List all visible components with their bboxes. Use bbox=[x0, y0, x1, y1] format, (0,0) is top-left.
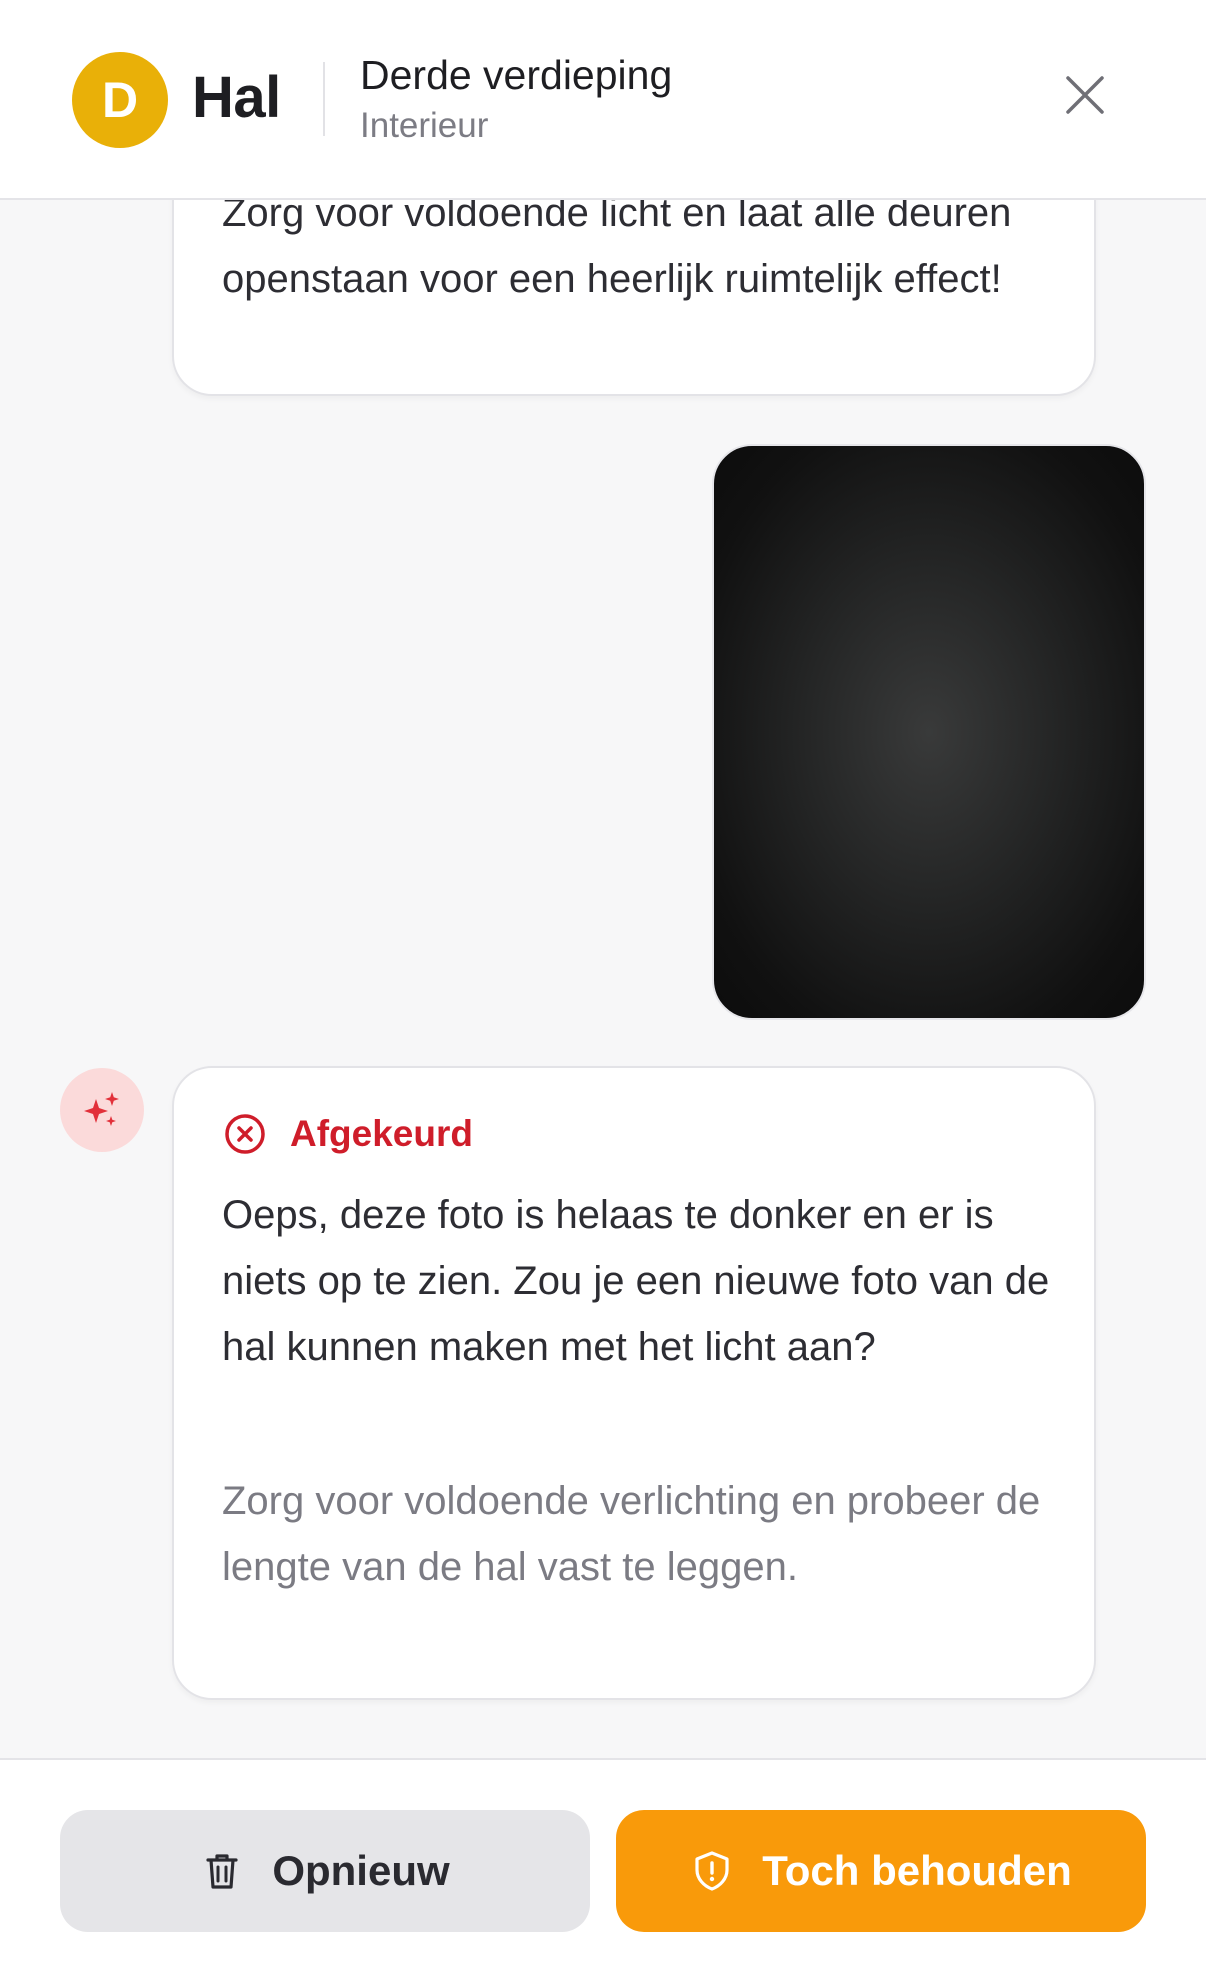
action-bar: Opnieuw Toch behouden bbox=[0, 1758, 1206, 1980]
sparkles-icon bbox=[84, 1092, 119, 1126]
header-divider bbox=[323, 62, 325, 136]
floor-title: Derde verdieping bbox=[360, 52, 673, 98]
trash-icon bbox=[200, 1849, 244, 1893]
previous-ai-message: Zorg voor voldoende licht en laat alle d… bbox=[172, 200, 1096, 396]
chat-header: D Hal Derde verdieping Interieur bbox=[0, 0, 1206, 200]
shield-alert-icon bbox=[690, 1849, 734, 1893]
floor-subtitle: Interieur bbox=[360, 106, 489, 145]
keep-anyway-label: Toch behouden bbox=[762, 1847, 1072, 1894]
floor-avatar: D bbox=[72, 52, 168, 148]
keep-anyway-button[interactable]: Toch behouden bbox=[616, 1810, 1146, 1932]
ai-message-hint: Zorg voor voldoende verlichting en probe… bbox=[222, 1479, 1041, 1589]
close-button[interactable] bbox=[1060, 70, 1110, 120]
retry-label: Opnieuw bbox=[272, 1847, 450, 1894]
ai-feedback-message: Afgekeurd Oeps, deze foto is helaas te d… bbox=[172, 1066, 1096, 1700]
room-title: Hal bbox=[192, 65, 281, 130]
status-row: Afgekeurd bbox=[224, 1106, 473, 1162]
ai-avatar bbox=[60, 1068, 144, 1152]
ai-message-body: Oeps, deze foto is helaas te donker en e… bbox=[222, 1193, 1050, 1369]
close-icon bbox=[1066, 76, 1104, 114]
circle-x-icon bbox=[225, 1114, 265, 1154]
status-label: Afgekeurd bbox=[290, 1113, 473, 1154]
retry-button[interactable]: Opnieuw bbox=[60, 1810, 590, 1932]
uploaded-photo[interactable] bbox=[712, 444, 1146, 1020]
previous-message-text: Zorg voor voldoende licht en laat alle d… bbox=[222, 200, 1012, 301]
chat-thread[interactable]: Zorg voor voldoende licht en laat alle d… bbox=[0, 200, 1206, 1758]
